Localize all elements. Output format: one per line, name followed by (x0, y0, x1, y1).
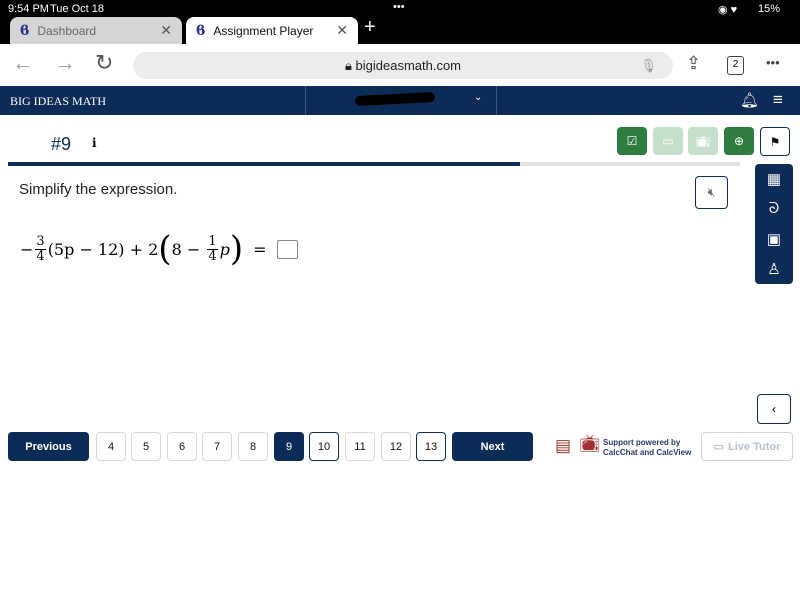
calendar-icon[interactable]: ▣ (767, 230, 781, 248)
variable: p (219, 239, 230, 259)
more-icon[interactable]: ••• (766, 55, 780, 70)
bim-logo-icon: ϐ (196, 22, 206, 39)
question-number: #9 (51, 134, 72, 154)
close-tab-icon[interactable]: ✕ (336, 22, 348, 39)
app-header: BIG IDEAS MATH ⌄ 🔔︎ ≡ (0, 86, 800, 115)
tab-label: Dashboard (37, 23, 97, 38)
close-tab-icon[interactable]: ✕ (160, 22, 172, 39)
tab-dashboard[interactable]: ϐ Dashboard ✕ (10, 17, 182, 44)
chat-icon: ▭ (713, 441, 725, 453)
math-expression: − 34 (5p − 12) + 2 ( 8 − 14 p ) = (20, 232, 298, 266)
microphone-icon[interactable]: 🎙︎ (640, 52, 657, 79)
progress-bar (8, 162, 740, 166)
fraction: 34 (35, 233, 46, 264)
calculator-icon[interactable]: ▦ (767, 170, 781, 188)
left-paren: ( (158, 229, 172, 269)
bell-icon[interactable]: 🔔︎ (740, 91, 759, 109)
denominator: 4 (36, 248, 45, 264)
time: 9:54 PM (8, 3, 49, 15)
page-6-button[interactable]: 6 (167, 432, 197, 461)
calcview-icon: 📺︎ (579, 434, 601, 453)
calcview-button[interactable]: 📺︎ (688, 127, 718, 155)
expression-part: (5p − 12) + 2 (47, 239, 159, 259)
menu-icon[interactable]: ≡ (773, 90, 783, 110)
chevron-down-icon[interactable]: ⌄ (474, 92, 482, 103)
fraction: 14 (207, 233, 218, 264)
help-lifebuoy-button[interactable]: ⊕ (724, 127, 754, 155)
back-icon[interactable]: ← (12, 50, 34, 76)
page-7-button[interactable]: 7 (202, 432, 232, 461)
tab-count-button[interactable]: 2 (727, 56, 744, 75)
more-dots-icon: ••• (393, 1, 405, 13)
live-tutor-label: Live Tutor (728, 440, 781, 453)
question-prompt: Simplify the expression. (19, 181, 178, 198)
battery-level: 15% (758, 3, 781, 15)
share-icon[interactable]: ⇪ (686, 53, 701, 74)
new-tab-button[interactable]: + (364, 16, 376, 39)
support-line1: Support powered by (603, 438, 681, 447)
accessibility-icon[interactable]: ♙ (767, 260, 780, 278)
progress-fill (8, 162, 521, 166)
previous-button[interactable]: Previous (8, 432, 89, 461)
collapse-chevron-left[interactable]: ‹ (757, 394, 791, 424)
denominator: 4 (208, 248, 217, 264)
minus-sign: − (20, 239, 34, 259)
url-field[interactable]: 🔒︎ bigideasmath.com 🎙︎ (133, 52, 673, 79)
page-4-button[interactable]: 4 (96, 432, 126, 461)
equals-sign: = (253, 239, 267, 259)
audio-mute-button[interactable]: 🔇︎ (695, 176, 728, 209)
tab-assignment-player[interactable]: ϐ Assignment Player ✕ (186, 17, 358, 44)
status-bar: 9:54 PM Tue Oct 18 ••• ◉ ♥ 15% ϐ Dashboar… (0, 0, 800, 44)
scribble-icon[interactable]: ᘐ (769, 200, 780, 217)
wifi-icon: ◉ ♥ (718, 4, 738, 16)
bim-logo-icon: ϐ (20, 22, 30, 39)
page-9-button[interactable]: 9 (274, 432, 304, 461)
page-5-button[interactable]: 5 (131, 432, 161, 461)
page-13-button[interactable]: 13 (416, 432, 446, 461)
reload-icon[interactable]: ↻ (95, 50, 113, 76)
url-text: bigideasmath.com (355, 58, 462, 73)
tab-label: Assignment Player (213, 23, 314, 38)
lock-icon: 🔒︎ (344, 58, 352, 73)
brand-logo: BIG IDEAS MATH (10, 94, 106, 108)
calcchat-button[interactable]: ▭ (653, 127, 683, 155)
numerator: 3 (35, 233, 46, 250)
page-8-button[interactable]: 8 (238, 432, 268, 461)
date: Tue Oct 18 (50, 3, 105, 15)
tools-sidebar: ▦ ᘐ ▣ ♙ (755, 164, 793, 284)
live-tutor-button[interactable]: ▭ Live Tutor (701, 432, 793, 461)
info-icon[interactable]: i (92, 136, 97, 150)
right-paren: ) (229, 229, 244, 269)
calcchat-icon: ▤ (555, 436, 572, 455)
support-line2: CalcChat and CalcView (603, 448, 692, 457)
check-answer-button[interactable]: ☑ (617, 127, 647, 155)
forward-icon[interactable]: → (54, 50, 76, 76)
next-button[interactable]: Next (452, 432, 533, 461)
numerator: 1 (207, 233, 218, 250)
address-toolbar: ← → ↻ 🔒︎ bigideasmath.com 🎙︎ ⇪ 2 ••• (0, 44, 800, 86)
page-11-button[interactable]: 11 (345, 432, 375, 461)
expression-part: 8 − (171, 239, 206, 259)
flag-button[interactable]: ⚑ (760, 127, 790, 156)
redacted-class-selector[interactable] (354, 91, 436, 107)
support-text: Support powered by CalcChat and CalcView (603, 438, 691, 458)
answer-input[interactable] (276, 239, 298, 259)
page-12-button[interactable]: 12 (381, 432, 411, 461)
page-10-button[interactable]: 10 (309, 432, 339, 461)
